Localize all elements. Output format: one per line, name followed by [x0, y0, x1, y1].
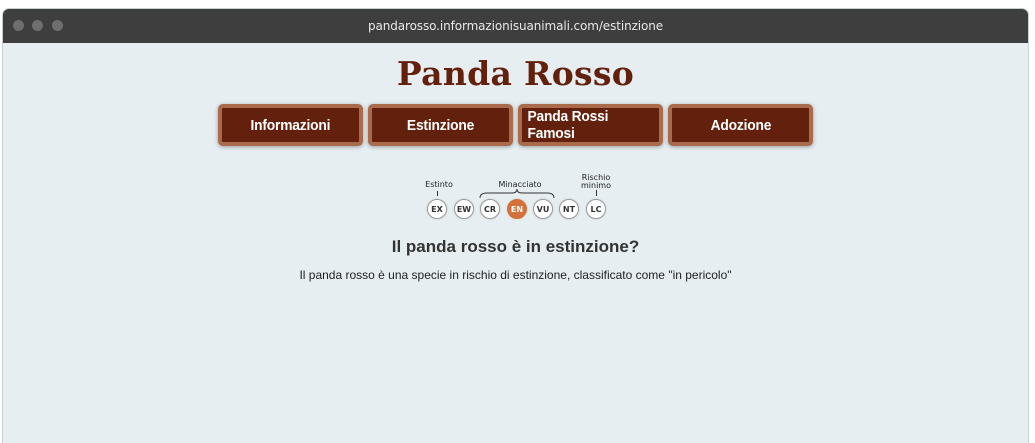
status-lc: LC	[586, 199, 606, 219]
status-ex: EX	[427, 199, 447, 219]
threatened-label: Minacciato	[498, 180, 542, 189]
status-vu: VU	[533, 199, 553, 219]
page-description: Il panda rosso è una specie in rischio d…	[299, 268, 732, 282]
browser-window: pandarosso.informazionisuanimali.com/est…	[2, 8, 1029, 443]
page-content: Panda Rosso Informazioni Estinzione Pand…	[3, 43, 1028, 443]
main-nav: Informazioni Estinzione Panda Rossi Famo…	[218, 104, 814, 146]
title-bar: pandarosso.informazionisuanimali.com/est…	[3, 9, 1028, 43]
extinct-tick	[437, 191, 438, 196]
least-concern-tick	[596, 190, 597, 196]
site-title: Panda Rosso	[396, 54, 635, 93]
nav-panda-rossi-famosi-button[interactable]: Panda Rossi Famosi	[518, 104, 663, 146]
least-concern-label: Rischio minimo	[573, 174, 619, 190]
status-ew: EW	[454, 199, 474, 219]
nav-button-label: Informazioni	[250, 116, 331, 134]
nav-estinzione-button[interactable]: Estinzione	[368, 104, 513, 146]
status-nt: NT	[559, 199, 579, 219]
conservation-status-scale: Estinto Minacciato Rischio minimo EX EW …	[413, 169, 623, 229]
status-en-selected: EN	[507, 199, 527, 219]
nav-button-label: Panda Rossi Famosi	[527, 108, 609, 142]
status-cr: CR	[480, 199, 500, 219]
extinct-label: Estinto	[425, 180, 453, 189]
least-concern-label-line2: minimo	[581, 181, 611, 190]
address-bar[interactable]: pandarosso.informazionisuanimali.com/est…	[3, 19, 1028, 33]
nav-adozione-button[interactable]: Adozione	[668, 104, 813, 146]
nav-button-label: Estinzione	[406, 116, 475, 134]
page-heading: Il panda rosso è in estinzione?	[391, 237, 640, 256]
threatened-brace-icon	[479, 189, 555, 199]
nav-button-label: Adozione	[710, 116, 771, 134]
nav-informazioni-button[interactable]: Informazioni	[218, 104, 363, 146]
